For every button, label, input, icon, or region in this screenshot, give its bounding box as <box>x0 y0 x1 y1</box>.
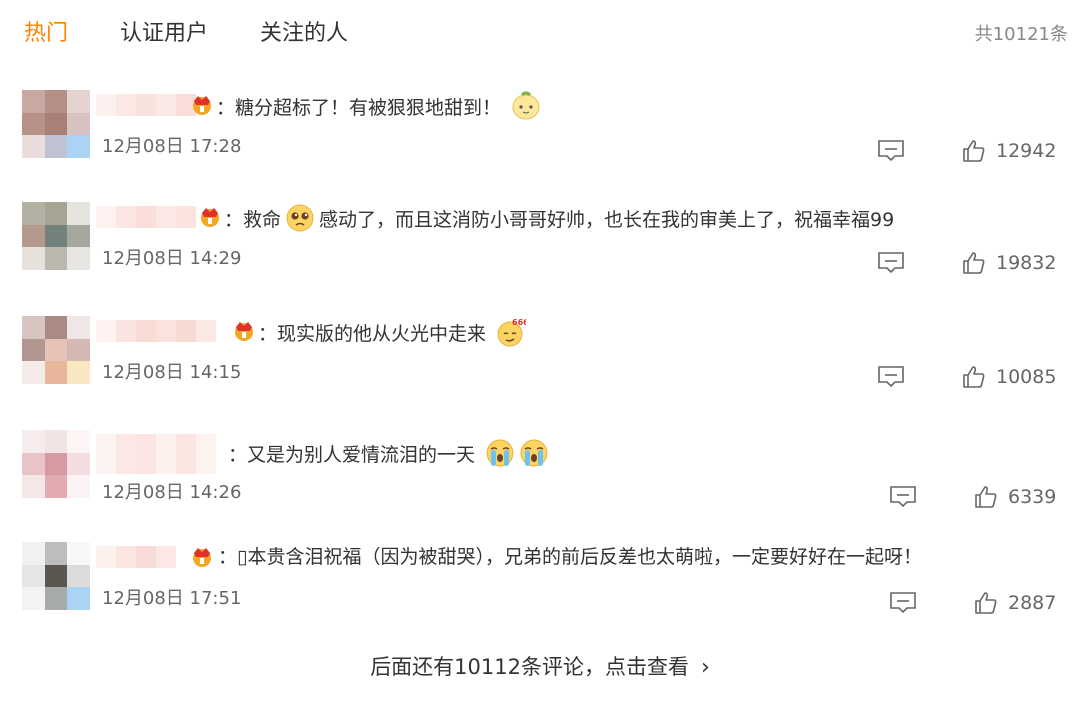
username-blurred[interactable] <box>96 546 184 568</box>
comment-time: 12月08日 14:26 <box>102 482 242 503</box>
tab-hot[interactable]: 热门 <box>24 18 68 52</box>
thumbs-up-icon <box>963 140 985 162</box>
reply-icon[interactable] <box>890 592 916 614</box>
view-more-label: 后面还有10112条评论，点击查看 <box>370 655 689 679</box>
chevron-right-icon: › <box>701 655 710 680</box>
crown-badge-icon <box>193 548 211 567</box>
pleading-face-emoji-icon <box>286 204 314 232</box>
comment-text: ：▯本贵含泪祝福（因为被甜哭），兄弟的前后反差也太萌啦，一定要好好在一起呀！ <box>218 546 922 568</box>
avatar[interactable] <box>22 542 90 610</box>
username-blurred[interactable] <box>96 434 220 474</box>
comment-total-count: 共10121条 <box>974 24 1068 45</box>
avatar[interactable] <box>22 90 90 158</box>
like-count: 12942 <box>996 140 1057 162</box>
like-count: 10085 <box>996 366 1057 388</box>
comment-item: ：救命 感动了，而且这消防小哥哥好帅，也长在我的审美上了，祝福幸福99 12月0… <box>22 202 1062 282</box>
comment-time: 12月08日 14:15 <box>102 362 242 383</box>
comment-text: ：又是为别人爱情流泪的一天 <box>228 438 549 469</box>
username-blurred[interactable] <box>96 320 224 342</box>
comment-time: 12月08日 17:51 <box>102 588 242 609</box>
avatar[interactable] <box>22 430 90 498</box>
tabs: 热门 认证用户 关注的人 <box>24 18 400 52</box>
like-button[interactable]: 10085 <box>962 362 1056 392</box>
reply-icon[interactable] <box>890 486 916 508</box>
thumbs-up-icon <box>975 592 997 614</box>
username-blurred[interactable] <box>96 206 200 228</box>
thumbs-up-icon <box>963 252 985 274</box>
comment-item: ：现实版的他从火光中走来 666 12月08日 14:15 10085 <box>22 316 1062 396</box>
avatar[interactable] <box>22 202 90 270</box>
like-button[interactable]: 6339 <box>974 482 1056 512</box>
comment-item: ：又是为别人爱情流泪的一天 12月08日 14:26 6339 <box>22 430 1062 510</box>
tab-verified-users[interactable]: 认证用户 <box>120 18 208 52</box>
crown-badge-icon <box>235 322 253 341</box>
like-button[interactable]: 19832 <box>962 248 1056 278</box>
reply-icon[interactable] <box>878 252 904 274</box>
comment-time: 12月08日 17:28 <box>102 136 242 157</box>
reply-icon[interactable] <box>878 140 904 162</box>
crying-face-emoji-icon <box>520 439 548 467</box>
thumbs-up-icon <box>963 366 985 388</box>
comment-text: ：救命 感动了，而且这消防小哥哥好帅，也长在我的审美上了，祝福幸福99 <box>224 203 894 234</box>
thumbs-up-icon <box>975 486 997 508</box>
like-button[interactable]: 12942 <box>962 136 1056 166</box>
comment-item: ：▯本贵含泪祝福（因为被甜哭），兄弟的前后反差也太萌啦，一定要好好在一起呀！ 1… <box>22 542 1062 622</box>
comment-item: ：糖分超标了！有被狠狠地甜到！ 12月08日 17:28 12942 <box>22 90 1062 170</box>
avatar[interactable] <box>22 316 90 384</box>
crown-badge-icon <box>193 96 211 115</box>
comment-text: ：现实版的他从火光中走来 666 <box>258 317 526 348</box>
like-button[interactable]: 2887 <box>974 588 1056 618</box>
svg-text:666: 666 <box>512 318 526 327</box>
comment-time: 12月08日 14:29 <box>102 248 242 269</box>
like-count: 19832 <box>996 252 1057 274</box>
like-count: 6339 <box>1008 486 1057 508</box>
comment-text: ：糖分超标了！有被狠狠地甜到！ <box>216 91 541 122</box>
view-more-comments-link[interactable]: 后面还有10112条评论，点击查看 › <box>0 652 1080 683</box>
like-count: 2887 <box>1008 592 1057 614</box>
lemon-face-emoji-icon <box>512 91 540 120</box>
tab-following[interactable]: 关注的人 <box>260 18 348 52</box>
crying-face-emoji-icon <box>486 439 514 467</box>
666-face-emoji-icon: 666 <box>497 318 526 347</box>
crown-badge-icon <box>201 208 219 227</box>
reply-icon[interactable] <box>878 366 904 388</box>
